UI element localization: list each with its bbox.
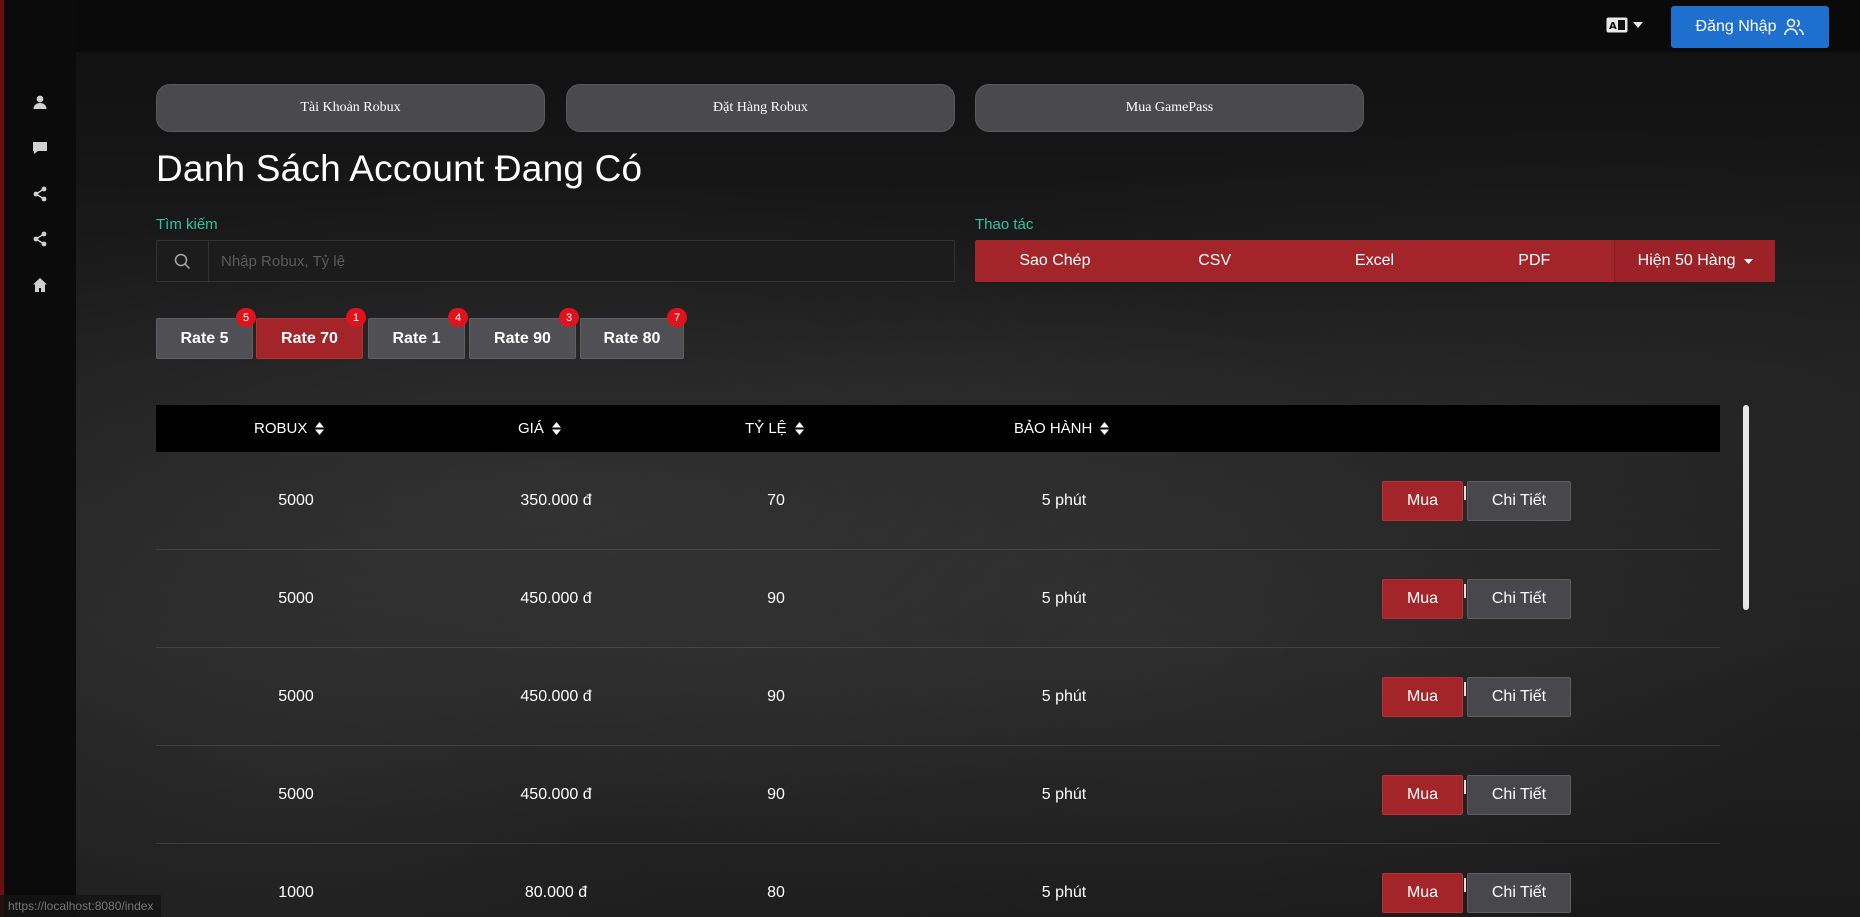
actions-label: Thao tác — [975, 216, 1034, 233]
page-title: Danh Sách Account Đang Có — [156, 148, 643, 189]
column-header-warranty[interactable]: BẢO HÀNH — [1014, 405, 1110, 452]
table-row: 5000 450.000 đ 90 5 phút Mua Chi Tiết — [156, 746, 1720, 844]
count-badge: 3 — [559, 308, 579, 327]
filter-label: Rate 90 — [494, 329, 551, 347]
count-badge: 5 — [236, 308, 256, 327]
detail-button[interactable]: Chi Tiết — [1467, 677, 1571, 717]
buy-button[interactable]: Mua — [1382, 481, 1463, 521]
search-label: Tìm kiếm — [156, 216, 218, 233]
cell-rate: 90 — [767, 590, 785, 607]
cell-price: 80.000 đ — [524, 884, 588, 901]
detail-button[interactable]: Chi Tiết — [1467, 481, 1571, 521]
cell-rate: 80 — [767, 884, 785, 901]
detail-button[interactable]: Chi Tiết — [1467, 775, 1571, 815]
table-scrollbar[interactable] — [1743, 405, 1749, 610]
cell-warranty: 5 phút — [1041, 590, 1087, 607]
button-divider — [1464, 878, 1466, 892]
filter-rate-5[interactable]: Rate 5 5 — [156, 308, 256, 359]
detail-button[interactable]: Chi Tiết — [1467, 579, 1571, 619]
search-input[interactable] — [221, 249, 921, 273]
count-badge: 1 — [346, 308, 366, 327]
column-label: BẢO HÀNH — [1014, 420, 1093, 437]
cell-price: 450.000 đ — [520, 590, 592, 607]
count-badge: 7 — [667, 308, 687, 327]
filter-label: Rate 80 — [603, 329, 661, 347]
filter-rate-90[interactable]: Rate 90 3 — [469, 308, 579, 359]
table-row: 5000 450.000 đ 90 5 phút Mua Chi Tiết — [156, 550, 1720, 648]
buy-button[interactable]: Mua — [1382, 873, 1463, 913]
cell-warranty: 5 phút — [1041, 492, 1087, 509]
cell-rate: 90 — [767, 786, 785, 803]
cell-robux: 1000 — [278, 884, 314, 901]
filter-rate-80[interactable]: Rate 80 7 — [580, 308, 687, 359]
cell-rate: 70 — [767, 492, 785, 509]
cell-warranty: 5 phút — [1041, 884, 1087, 901]
filter-label: Rate 70 — [281, 329, 338, 347]
filter-label: Rate 1 — [392, 329, 441, 347]
cell-warranty: 5 phút — [1041, 786, 1087, 803]
column-header-rate[interactable]: TỶ LỆ — [745, 405, 804, 452]
tab-order-robux[interactable]: Đặt Hàng Robux — [566, 84, 955, 132]
table-header: ROBUX GIÁ TỶ LỆ BẢO HÀNH — [156, 405, 1720, 452]
table-row: 5000 450.000 đ 90 5 phút Mua Chi Tiết — [156, 648, 1720, 746]
cell-price: 350.000 đ — [520, 492, 592, 509]
sort-icon — [315, 422, 325, 435]
sort-icon — [551, 422, 561, 435]
count-badge: 4 — [448, 308, 468, 327]
button-divider — [1464, 486, 1466, 500]
copy-button[interactable]: Sao Chép — [975, 240, 1135, 282]
cell-price: 450.000 đ — [520, 786, 592, 803]
column-header-price[interactable]: GIÁ — [518, 405, 561, 452]
sort-icon — [794, 422, 804, 435]
button-divider — [1464, 682, 1466, 696]
show-rows-dropdown[interactable]: Hiện 50 Hàng — [1614, 240, 1775, 282]
button-divider — [1464, 780, 1466, 794]
cell-robux: 5000 — [278, 590, 314, 607]
actions-toolbar: Sao Chép CSV Excel PDF Hiện 50 Hàng — [975, 240, 1775, 282]
column-label: GIÁ — [518, 420, 544, 437]
filter-rate-1[interactable]: Rate 1 4 — [368, 308, 468, 359]
pdf-button[interactable]: PDF — [1454, 240, 1614, 282]
excel-button[interactable]: Excel — [1295, 240, 1455, 282]
caret-down-icon — [1743, 258, 1753, 264]
sort-icon — [1100, 422, 1110, 435]
buy-button[interactable]: Mua — [1382, 677, 1463, 717]
button-divider — [1464, 584, 1466, 598]
column-label: TỶ LỆ — [745, 420, 787, 437]
cell-rate: 90 — [767, 688, 785, 705]
cell-robux: 5000 — [278, 786, 314, 803]
tab-robux-account[interactable]: Tài Khoản Robux — [156, 84, 545, 132]
column-header-robux[interactable]: ROBUX — [254, 405, 325, 452]
cell-price: 450.000 đ — [520, 688, 592, 705]
table-row: 1000 80.000 đ 80 5 phút Mua Chi Tiết — [156, 844, 1720, 917]
cell-robux: 5000 — [278, 688, 314, 705]
show-rows-label: Hiện 50 Hàng — [1637, 252, 1736, 269]
search-icon — [157, 241, 209, 281]
tab-buy-gamepass[interactable]: Mua GamePass — [975, 84, 1364, 132]
column-label: ROBUX — [254, 420, 308, 437]
buy-button[interactable]: Mua — [1382, 579, 1463, 619]
buy-button[interactable]: Mua — [1382, 775, 1463, 815]
filter-label: Rate 5 — [180, 329, 229, 347]
csv-button[interactable]: CSV — [1135, 240, 1295, 282]
search-box — [156, 240, 955, 282]
table-row: 5000 350.000 đ 70 5 phút Mua Chi Tiết — [156, 452, 1720, 550]
detail-button[interactable]: Chi Tiết — [1467, 873, 1571, 913]
cell-warranty: 5 phút — [1041, 688, 1087, 705]
filter-rate-70[interactable]: Rate 70 1 — [256, 308, 366, 359]
cell-robux: 5000 — [278, 492, 314, 509]
status-bar-url: https://localhost:8080/index — [0, 895, 162, 917]
